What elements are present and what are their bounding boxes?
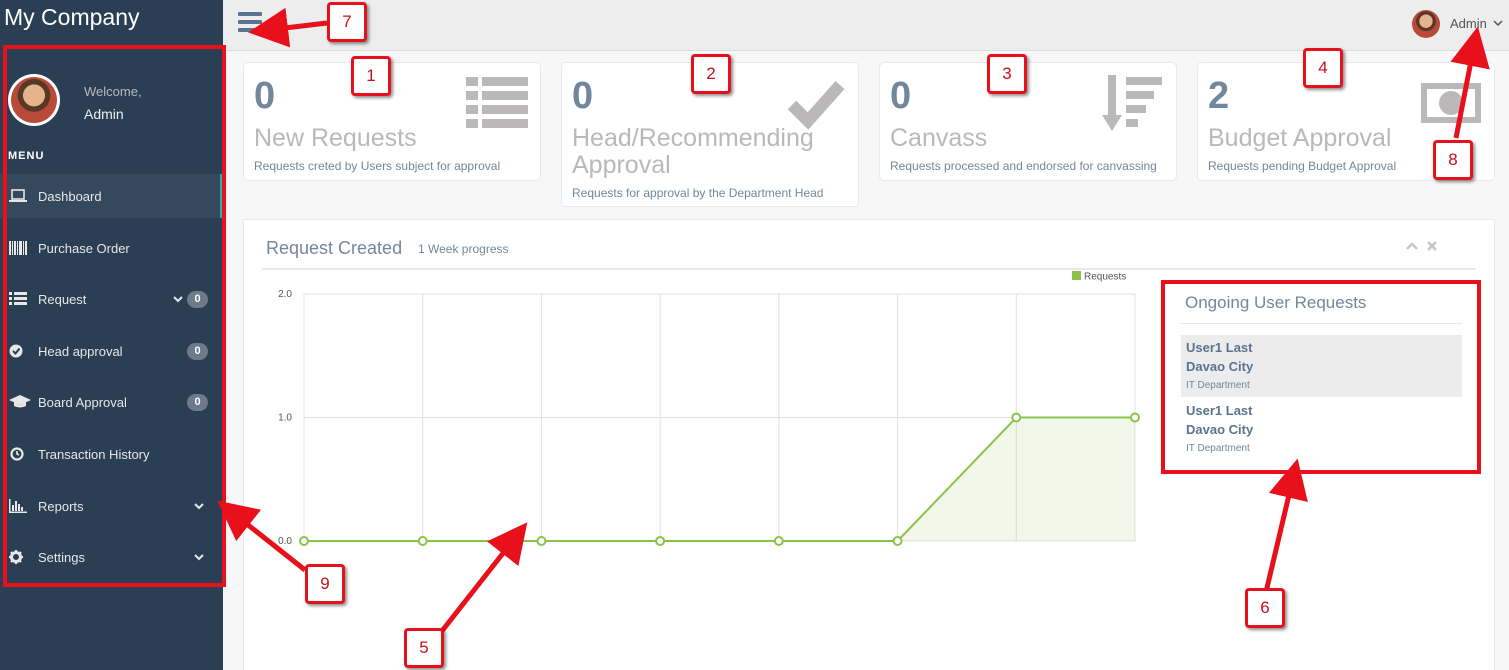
request-created-chart: 0.01.02.02017-09-252017-09-262017-09-272…	[278, 271, 1140, 547]
annotation-label-9: 9	[305, 564, 345, 604]
y-tick-label: 1.0	[278, 413, 292, 424]
tile-description: Requests creted by Users subject for app…	[254, 159, 501, 173]
tile-title: New Requests	[254, 124, 417, 152]
tile-new-requests[interactable]: 0 New Requests Requests creted by Users …	[243, 62, 541, 181]
annotation-box-ongoing	[1161, 280, 1481, 474]
panel-subtitle: 1 Week progress	[418, 242, 509, 256]
annotation-box-sidebar	[3, 45, 226, 587]
user-menu-name[interactable]: Admin	[1450, 16, 1487, 31]
close-icon[interactable]	[1427, 241, 1437, 251]
tile-count: 0	[890, 75, 912, 117]
user-avatar[interactable]	[1412, 10, 1440, 38]
tile-description: Requests for approval by the Department …	[572, 186, 824, 200]
annotation-label-8: 8	[1433, 140, 1473, 180]
tile-description: Requests pending Budget Approval	[1208, 159, 1397, 173]
sort-amount-desc-icon	[1102, 75, 1162, 131]
brand-title[interactable]: My Company	[4, 4, 139, 31]
annotation-label-4: 4	[1303, 48, 1343, 88]
annotation-label-5: 5	[404, 628, 444, 668]
data-point	[299, 536, 309, 546]
y-tick-label: 2.0	[278, 289, 292, 300]
data-point	[1130, 412, 1140, 423]
data-point	[773, 536, 784, 546]
annotation-label-2: 2	[691, 54, 731, 94]
panel-tools	[1406, 241, 1437, 251]
tile-title: Canvass	[890, 124, 988, 152]
tile-canvass[interactable]: 0 Canvass Requests processed and endorse…	[879, 62, 1177, 181]
tile-count: 0	[254, 75, 276, 117]
data-point	[1011, 412, 1022, 423]
data-point	[536, 536, 547, 546]
data-point	[655, 536, 666, 546]
tile-count: 0	[572, 75, 594, 117]
annotation-label-7: 7	[327, 2, 367, 42]
legend-swatch	[1072, 271, 1081, 280]
annotation-label-6: 6	[1245, 588, 1285, 628]
top-navbar: Admin	[223, 0, 1509, 51]
chevron-down-icon[interactable]	[1493, 18, 1503, 28]
panel-title: Request Created	[266, 238, 403, 258]
menu-toggle-icon[interactable]	[238, 12, 262, 36]
data-point	[417, 536, 428, 546]
collapse-icon[interactable]	[1406, 242, 1418, 250]
annotation-label-3: 3	[987, 54, 1027, 94]
list-icon	[466, 77, 528, 128]
annotation-label-1: 1	[351, 56, 391, 96]
tile-title: Head/Recommending Approval	[572, 124, 814, 179]
tile-count: 2	[1208, 75, 1230, 117]
series-area	[304, 417, 1135, 541]
y-tick-label: 0.0	[278, 536, 292, 547]
tile-description: Requests processed and endorsed for canv…	[890, 159, 1157, 173]
data-point	[892, 536, 903, 546]
check-icon	[787, 81, 845, 130]
money-icon	[1421, 83, 1481, 123]
tile-title: Budget Approval	[1208, 124, 1392, 152]
legend-label: Requests	[1084, 272, 1126, 283]
